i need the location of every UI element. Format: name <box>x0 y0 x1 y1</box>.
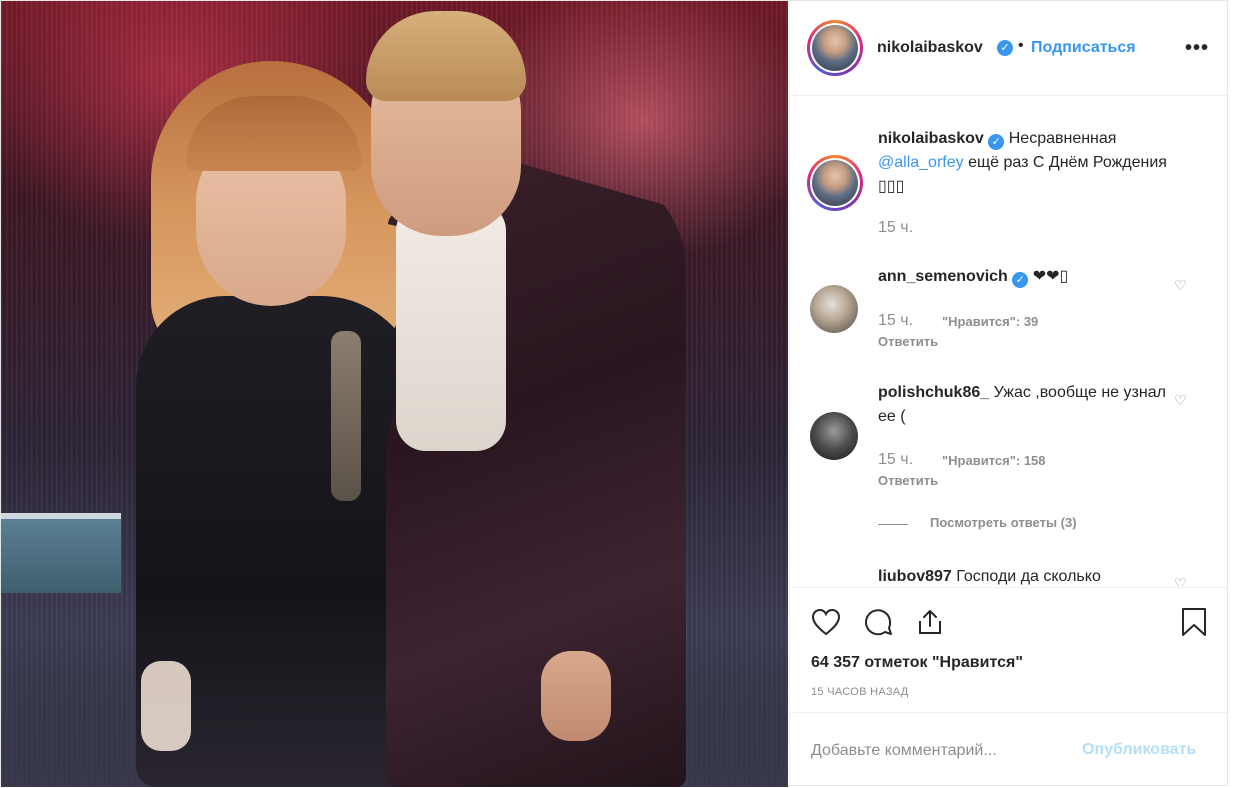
add-comment-bar: Опубликовать <box>790 713 1229 787</box>
verified-badge-icon: ✓ <box>997 40 1013 56</box>
view-replies-button[interactable]: Посмотреть ответы (3) <box>930 515 1077 530</box>
comment-username[interactable]: polishchuk86_ <box>878 384 989 401</box>
synthesizer <box>1 513 121 593</box>
reply-button[interactable]: Ответить <box>878 334 938 349</box>
caption-time[interactable]: 15 ч. <box>878 219 913 237</box>
post-timestamp[interactable]: 15 ЧАСОВ НАЗАД <box>811 686 909 698</box>
comment-username[interactable]: ann_semenovich <box>878 268 1008 285</box>
post-actions: 64 357 отметок "Нравится" 15 ЧАСОВ НАЗАД <box>790 587 1229 713</box>
comment-username[interactable]: liubov897 <box>878 568 952 585</box>
post-header: nikolaibaskov ✓ • Подписаться ••• <box>790 1 1229 96</box>
publish-button[interactable]: Опубликовать <box>1082 741 1196 759</box>
follow-button[interactable]: Подписаться <box>1031 39 1136 57</box>
commenter-avatar[interactable] <box>810 285 858 333</box>
comment-text: ann_semenovich ✓ ❤❤▯ <box>878 265 1178 289</box>
man-hand <box>541 651 611 741</box>
likes-count[interactable]: 64 357 отметок "Нравится" <box>811 654 1023 672</box>
post-photo[interactable] <box>1 1 788 787</box>
comment-text: polishchuk86_ Ужас ,вообще не узнал ее ( <box>878 381 1178 429</box>
comment-body: Господи да сколько <box>956 568 1101 585</box>
comments-list[interactable]: nikolaibaskov ✓ Несравненная @alla_orfey… <box>790 97 1229 586</box>
like-heart-icon[interactable] <box>808 604 844 640</box>
commenter-avatar[interactable] <box>810 412 858 460</box>
comment-time[interactable]: 15 ч. <box>878 312 913 330</box>
verified-badge-icon: ✓ <box>988 134 1005 150</box>
more-options-icon[interactable]: ••• <box>1185 37 1209 60</box>
bookmark-icon[interactable] <box>1176 604 1212 640</box>
author-username[interactable]: nikolaibaskov <box>877 39 983 57</box>
comment-time[interactable]: 15 ч. <box>878 451 913 469</box>
comment-text: liubov897 Господи да сколько <box>878 565 1178 586</box>
post-sidebar: nikolaibaskov ✓ • Подписаться ••• nikola… <box>789 1 1229 787</box>
reply-button[interactable]: Ответить <box>878 473 938 488</box>
header-separator: • <box>1018 37 1024 54</box>
like-comment-heart-icon[interactable]: ♡ <box>1174 392 1187 409</box>
like-comment-heart-icon[interactable]: ♡ <box>1174 575 1187 586</box>
comment-body: ❤❤▯ <box>1032 268 1069 285</box>
caption-text-before: Несравненная <box>1008 130 1117 147</box>
woman-hand <box>141 661 191 751</box>
share-icon[interactable] <box>912 604 948 640</box>
caption-author-avatar[interactable] <box>807 155 863 211</box>
comment-bubble-icon[interactable] <box>860 604 896 640</box>
comment-likes[interactable]: "Нравится": 39 <box>942 314 1038 329</box>
verified-badge-icon: ✓ <box>1012 272 1029 288</box>
caption-mention-link[interactable]: @alla_orfey <box>878 154 964 171</box>
author-avatar[interactable] <box>807 20 863 76</box>
comment-likes[interactable]: "Нравится": 158 <box>942 453 1046 468</box>
woman-necklace <box>331 331 361 501</box>
comment-input[interactable] <box>811 739 1071 763</box>
caption-username[interactable]: nikolaibaskov <box>878 130 984 147</box>
instagram-post: nikolaibaskov ✓ • Подписаться ••• nikola… <box>0 0 1229 787</box>
man-shirt <box>396 201 506 451</box>
caption-text: nikolaibaskov ✓ Несравненная @alla_orfey… <box>878 127 1178 199</box>
replies-divider <box>878 524 908 525</box>
like-comment-heart-icon[interactable]: ♡ <box>1174 277 1187 294</box>
